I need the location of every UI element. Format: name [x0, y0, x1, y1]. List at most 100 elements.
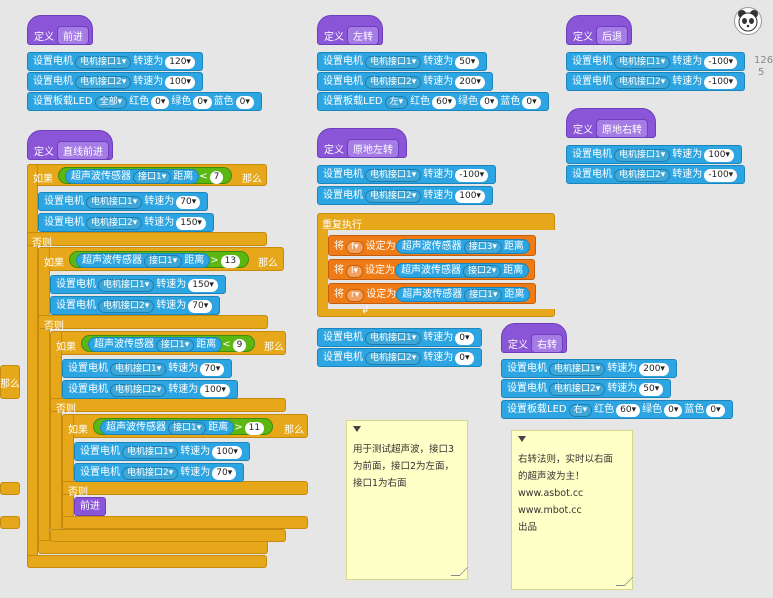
green-input[interactable]: 0▾ — [664, 404, 683, 417]
set-motor-block[interactable]: 设置电机 电机接口2▾ 转速为 100▾ — [317, 186, 493, 205]
speed-input[interactable]: 70▾ — [212, 467, 237, 480]
greater-than-condition[interactable]: 超声波传感器 接口1▾ 距离 >13 — [69, 251, 250, 268]
motor-dropdown[interactable]: 电机接口1▾ — [98, 279, 155, 292]
motor-dropdown[interactable]: 电机接口2▾ — [365, 190, 422, 203]
motor-dropdown[interactable]: 电机接口1▾ — [614, 56, 671, 69]
set-motor-block[interactable]: 设置电机 电机接口2▾ 转速为 0▾ — [317, 348, 482, 367]
set-led-block[interactable]: 设置板载LED 左▾ 红色 60▾ 绿色 0▾ 蓝色 0▾ — [317, 92, 549, 111]
speed-input[interactable]: 200▾ — [639, 363, 669, 376]
set-variable-block[interactable]: 将 r▾ 设定为 超声波传感器 接口1▾ 距离 — [328, 283, 537, 304]
port-dropdown[interactable]: 接口1▾ — [156, 339, 195, 352]
set-motor-block[interactable]: 设置电机 电机接口1▾ 转速为 200▾ — [501, 359, 677, 378]
set-motor-block[interactable]: 设置电机 电机接口1▾ 转速为 50▾ — [317, 52, 488, 71]
led-dropdown[interactable]: 右▾ — [568, 404, 593, 417]
value-input[interactable]: 7 — [209, 171, 224, 184]
set-motor-block[interactable]: 设置电机 电机接口1▾ 转速为 70▾ — [38, 192, 209, 211]
collapse-triangle-icon[interactable] — [518, 436, 526, 442]
motor-dropdown[interactable]: 电机接口2▾ — [86, 217, 143, 230]
motor-dropdown[interactable]: 电机接口2▾ — [614, 169, 671, 182]
speed-input[interactable]: -100▾ — [704, 169, 738, 182]
set-led-block[interactable]: 设置板载LED 全部▾ 红色 0▾ 绿色 0▾ 蓝色 0▾ — [27, 92, 262, 111]
set-motor-block[interactable]: 设置电机 电机接口1▾ 转速为 -100▾ — [566, 52, 746, 71]
value-input[interactable]: 13 — [220, 255, 241, 268]
value-input[interactable]: 9 — [232, 339, 247, 352]
speed-input[interactable]: 100▾ — [704, 149, 734, 162]
motor-dropdown[interactable]: 电机接口2▾ — [549, 383, 606, 396]
set-motor-block[interactable]: 设置电机 电机接口2▾ 转速为 70▾ — [74, 463, 245, 482]
ultrasonic-reporter[interactable]: 超声波传感器 接口1▾ 距离 — [65, 169, 200, 184]
port-dropdown[interactable]: 接口1▾ — [144, 255, 183, 268]
motor-dropdown[interactable]: 电机接口2▾ — [75, 76, 132, 89]
ultrasonic-reporter[interactable]: 超声波传感器 接口2▾ 距离 — [395, 263, 530, 278]
blue-input[interactable]: 0▾ — [522, 96, 541, 109]
speed-input[interactable]: -100▾ — [704, 56, 738, 69]
set-motor-block[interactable]: 设置电机 电机接口2▾ 转速为 50▾ — [501, 379, 672, 398]
red-input[interactable]: 60▾ — [616, 404, 641, 417]
led-dropdown[interactable]: 全部▾ — [94, 96, 128, 109]
motor-dropdown[interactable]: 电机接口1▾ — [75, 56, 132, 69]
motor-dropdown[interactable]: 电机接口2▾ — [110, 384, 167, 397]
speed-input[interactable]: -100▾ — [455, 169, 489, 182]
speed-input[interactable]: 0▾ — [455, 352, 474, 365]
offscreen-block[interactable] — [0, 482, 20, 495]
speed-input[interactable]: -100▾ — [704, 76, 738, 89]
blue-input[interactable]: 0▾ — [235, 96, 254, 109]
motor-dropdown[interactable]: 电机接口1▾ — [365, 332, 422, 345]
speed-input[interactable]: 0▾ — [455, 332, 474, 345]
port-dropdown[interactable]: 接口1▾ — [168, 422, 207, 435]
variable-dropdown[interactable]: f▾ — [346, 241, 364, 254]
comment-note-ultrasonic[interactable]: 用于测试超声波，接口3 为前面，接口2为左面， 接口1为右面 — [346, 420, 469, 580]
green-input[interactable]: 0▾ — [193, 96, 212, 109]
ultrasonic-reporter[interactable]: 超声波传感器 接口3▾ 距离 — [395, 239, 530, 254]
motor-dropdown[interactable]: 电机接口1▾ — [110, 363, 167, 376]
motor-dropdown[interactable]: 电机接口1▾ — [365, 56, 422, 69]
speed-input[interactable]: 100▾ — [200, 384, 230, 397]
less-than-condition[interactable]: 超声波传感器 接口1▾ 距离 <9 — [81, 335, 256, 352]
speed-input[interactable]: 120▾ — [165, 56, 195, 69]
define-hat-spin-left[interactable]: 定义 原地左转 — [317, 128, 407, 158]
set-motor-block[interactable]: 设置电机 电机接口1▾ 转速为 -100▾ — [317, 165, 497, 184]
define-hat-right[interactable]: 定义 右转 — [501, 323, 567, 353]
panda-sprite-icon[interactable] — [734, 7, 762, 35]
motor-dropdown[interactable]: 电机接口2▾ — [122, 467, 179, 480]
speed-input[interactable]: 70▾ — [200, 363, 225, 376]
speed-input[interactable]: 50▾ — [639, 383, 664, 396]
set-led-block[interactable]: 设置板载LED 右▾ 红色 60▾ 绿色 0▾ 蓝色 0▾ — [501, 400, 733, 419]
collapse-triangle-icon[interactable] — [353, 426, 361, 432]
port-dropdown[interactable]: 接口2▾ — [463, 265, 502, 278]
greater-than-condition[interactable]: 超声波传感器 接口1▾ 距离 >11 — [93, 418, 274, 435]
variable-dropdown[interactable]: l▾ — [346, 265, 364, 278]
green-input[interactable]: 0▾ — [480, 96, 499, 109]
set-variable-block[interactable]: 将 f▾ 设定为 超声波传感器 接口3▾ 距离 — [328, 235, 536, 256]
set-motor-block[interactable]: 设置电机 电机接口2▾ 转速为 150▾ — [38, 213, 214, 232]
call-forward-block[interactable]: 前进 — [74, 497, 106, 516]
blue-input[interactable]: 0▾ — [706, 404, 725, 417]
resize-grip-icon[interactable] — [450, 567, 469, 576]
set-variable-block[interactable]: 将 l▾ 设定为 超声波传感器 接口2▾ 距离 — [328, 259, 536, 280]
ultrasonic-reporter[interactable]: 超声波传感器 接口1▾ 距离 — [100, 420, 235, 435]
speed-input[interactable]: 150▾ — [188, 279, 218, 292]
set-motor-block[interactable]: 设置电机 电机接口1▾ 转速为 100▾ — [74, 442, 250, 461]
speed-input[interactable]: 200▾ — [455, 76, 485, 89]
speed-input[interactable]: 100▾ — [455, 190, 485, 203]
set-motor-block[interactable]: 设置电机 电机接口2▾ 转速为 -100▾ — [566, 72, 746, 91]
set-motor-block[interactable]: 设置电机 电机接口2▾ 转速为 -100▾ — [566, 165, 746, 184]
less-than-condition[interactable]: 超声波传感器 接口1▾ 距离 <7 — [58, 167, 233, 184]
speed-input[interactable]: 100▾ — [212, 446, 242, 459]
set-motor-block[interactable]: 设置电机 电机接口1▾ 转速为 70▾ — [62, 359, 233, 378]
motor-dropdown[interactable]: 电机接口1▾ — [549, 363, 606, 376]
speed-input[interactable]: 50▾ — [455, 56, 480, 69]
define-hat-spin-right[interactable]: 定义 原地右转 — [566, 108, 656, 138]
set-motor-block[interactable]: 设置电机 电机接口1▾ 转速为 100▾ — [566, 145, 742, 164]
motor-dropdown[interactable]: 电机接口1▾ — [365, 169, 422, 182]
ultrasonic-reporter[interactable]: 超声波传感器 接口1▾ 距离 — [88, 337, 223, 352]
set-motor-block[interactable]: 设置电机 电机接口2▾ 转速为 100▾ — [62, 380, 238, 399]
motor-dropdown[interactable]: 电机接口2▾ — [614, 76, 671, 89]
define-hat-straight[interactable]: 定义 直线前进 — [27, 130, 113, 160]
red-input[interactable]: 60▾ — [432, 96, 457, 109]
led-dropdown[interactable]: 左▾ — [384, 96, 409, 109]
ultrasonic-reporter[interactable]: 超声波传感器 接口1▾ 距离 — [76, 253, 211, 268]
comment-note-right-rule[interactable]: 右转法则，实时以右面 的超声波为主！ www.asbot.cc www.mbot… — [511, 430, 634, 590]
set-motor-block[interactable]: 设置电机 电机接口1▾ 转速为 0▾ — [317, 328, 482, 347]
motor-dropdown[interactable]: 电机接口1▾ — [614, 149, 671, 162]
